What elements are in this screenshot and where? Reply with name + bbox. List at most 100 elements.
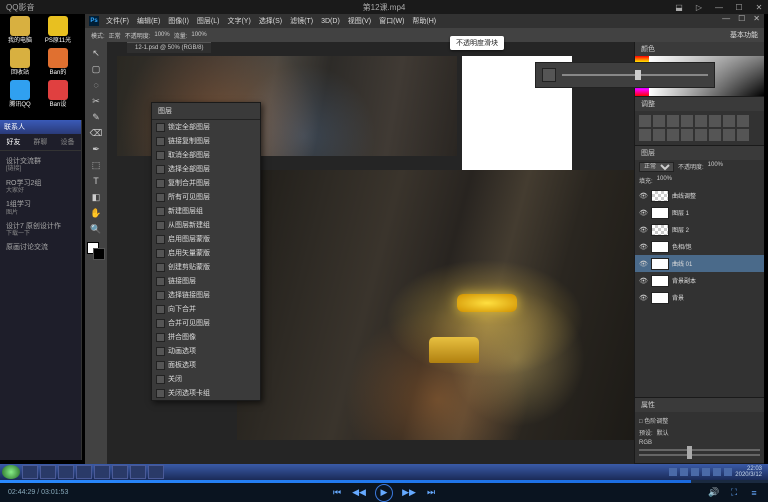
taskbar-item[interactable] — [76, 465, 92, 479]
dropdown-item[interactable]: 启用图层蒙版 — [152, 232, 260, 246]
layer-row[interactable]: 👁背景副本 — [635, 272, 764, 289]
dropdown-item[interactable]: 合并可见图层 — [152, 316, 260, 330]
dropdown-item[interactable]: 复制合并图层 — [152, 176, 260, 190]
fill-value[interactable]: 100% — [657, 176, 672, 185]
player-playlist-icon[interactable]: ▷ — [694, 3, 704, 12]
player-maximize-icon[interactable]: ☐ — [734, 3, 744, 12]
fullscreen-icon[interactable]: ⛶ — [728, 487, 740, 499]
visibility-icon[interactable]: 👁 — [639, 260, 648, 268]
adjustment-icon[interactable] — [667, 129, 679, 141]
layer-row[interactable]: 👁曲线 01 — [635, 255, 764, 272]
start-button[interactable] — [2, 465, 20, 479]
qq-list-item[interactable]: 1组学习图片 — [4, 198, 77, 220]
blend-mode-select[interactable]: 正常 — [639, 162, 674, 172]
tool-button[interactable]: ↖ — [88, 46, 104, 60]
menu-item[interactable]: 选择(S) — [256, 16, 285, 26]
ps-close-icon[interactable]: ✕ — [753, 14, 760, 23]
menu-item[interactable]: 3D(D) — [318, 18, 343, 25]
dropdown-item[interactable]: 锁定全部图层 — [152, 120, 260, 134]
dropdown-item[interactable]: 创建剪贴蒙版 — [152, 260, 260, 274]
adjustment-icon[interactable] — [639, 129, 651, 141]
tool-button[interactable]: ✂ — [88, 94, 104, 108]
dropdown-item[interactable]: 动画选项 — [152, 344, 260, 358]
prev-track-icon[interactable]: ⏮ — [331, 487, 343, 499]
slider-handle[interactable] — [687, 451, 692, 459]
desktop-icon[interactable]: Ban的 — [42, 48, 74, 76]
ps-maximize-icon[interactable]: ☐ — [738, 14, 745, 23]
option-item[interactable]: 正常 — [109, 31, 121, 40]
tray-icon[interactable] — [680, 468, 688, 476]
adjustment-icon[interactable] — [709, 115, 721, 127]
layers-panel-tab[interactable]: 图层 — [635, 146, 764, 160]
adjustment-icon[interactable] — [695, 129, 707, 141]
layer-row[interactable]: 👁图层 1 — [635, 204, 764, 221]
layer-row[interactable]: 👁背景 — [635, 289, 764, 306]
dropdown-item[interactable]: 从图层新建组 — [152, 218, 260, 232]
adjustment-icon[interactable] — [681, 115, 693, 127]
layer-row[interactable]: 👁图层 2 — [635, 221, 764, 238]
visibility-icon[interactable]: 👁 — [639, 226, 648, 234]
visibility-icon[interactable]: 👁 — [639, 209, 648, 217]
adjustment-icon[interactable] — [653, 115, 665, 127]
visibility-icon[interactable]: 👁 — [639, 277, 648, 285]
color-swatches[interactable] — [87, 242, 105, 260]
layer-row[interactable]: 👁曲线调整 — [635, 187, 764, 204]
menu-item[interactable]: 视图(V) — [345, 16, 374, 26]
color-panel-tab[interactable]: 颜色 — [635, 42, 764, 56]
forward-icon[interactable]: ▶▶ — [403, 487, 415, 499]
tool-button[interactable]: ⌫ — [88, 126, 104, 140]
tray-icon[interactable] — [691, 468, 699, 476]
opacity-value[interactable]: 100% — [708, 162, 723, 172]
layer-row[interactable]: 👁色相/饱 — [635, 238, 764, 255]
dropdown-item[interactable]: 向下合并 — [152, 302, 260, 316]
dropdown-item[interactable]: 面板选项 — [152, 358, 260, 372]
adjustment-icon[interactable] — [723, 129, 735, 141]
channel-label[interactable]: RGB — [639, 440, 652, 446]
tool-button[interactable]: ✋ — [88, 206, 104, 220]
dropdown-item[interactable]: 新建图层组 — [152, 204, 260, 218]
adjustment-icon[interactable] — [709, 129, 721, 141]
dropdown-item[interactable]: 关闭选项卡组 — [152, 386, 260, 400]
layer-panel-menu[interactable]: 图层 锁定全部图层链接复制图层取消全部图层选择全部图层复制合并图层所有可见图层新… — [151, 102, 261, 401]
adjustment-icon[interactable] — [681, 129, 693, 141]
option-item[interactable]: 100% — [154, 32, 169, 38]
tool-button[interactable]: 🔍 — [88, 222, 104, 236]
adjustment-icon[interactable] — [723, 115, 735, 127]
qq-list-item[interactable]: 设计7 原创设计作下载一下 — [4, 220, 77, 242]
play-button[interactable]: ▶ — [375, 484, 393, 502]
adjustment-icon[interactable] — [695, 115, 707, 127]
ps-canvas-area[interactable]: 12-1.psd @ 50% (RGB/8) 图层 锁定全部图层链接复制图层取消… — [107, 42, 634, 464]
desktop-icon[interactable]: PS原11光 — [42, 16, 74, 44]
taskbar-item[interactable] — [58, 465, 74, 479]
adjustment-icon[interactable] — [639, 115, 651, 127]
workspace-label[interactable]: 基本功能 — [730, 30, 758, 40]
dropdown-item[interactable]: 拼合图像 — [152, 330, 260, 344]
player-mini-icon[interactable]: ⬓ — [674, 3, 684, 12]
option-item[interactable]: 流量: — [174, 31, 188, 40]
dropdown-item[interactable]: 链接图层 — [152, 274, 260, 288]
tray-icon[interactable] — [702, 468, 710, 476]
tool-button[interactable]: ▢ — [88, 62, 104, 76]
tray-icon[interactable] — [669, 468, 677, 476]
opacity-slider-thumb[interactable] — [635, 70, 641, 80]
menu-item[interactable]: 文件(F) — [103, 16, 132, 26]
taskbar-item[interactable] — [40, 465, 56, 479]
tool-button[interactable]: ✎ — [88, 110, 104, 124]
tray-icon[interactable] — [724, 468, 732, 476]
qq-tab[interactable]: 好友 — [0, 134, 27, 150]
props-slider-2[interactable] — [639, 454, 760, 456]
dropdown-item[interactable]: 所有可见图层 — [152, 190, 260, 204]
desktop-icon[interactable]: Ban设 — [42, 80, 74, 108]
menu-item[interactable]: 滤镜(T) — [287, 16, 316, 26]
volume-icon[interactable]: 🔊 — [708, 487, 720, 499]
taskbar-item[interactable] — [148, 465, 164, 479]
menu-item[interactable]: 图层(L) — [194, 16, 223, 26]
visibility-icon[interactable]: 👁 — [639, 243, 648, 251]
visibility-icon[interactable]: 👁 — [639, 192, 648, 200]
adjustment-icon[interactable] — [737, 129, 749, 141]
document-tab[interactable]: 12-1.psd @ 50% (RGB/8) — [127, 42, 211, 53]
tool-button[interactable]: ⬚ — [88, 158, 104, 172]
adjustment-icon[interactable] — [667, 115, 679, 127]
next-track-icon[interactable]: ⏭ — [425, 487, 437, 499]
qq-list-item[interactable]: 设计交流群[链接] — [4, 155, 77, 177]
